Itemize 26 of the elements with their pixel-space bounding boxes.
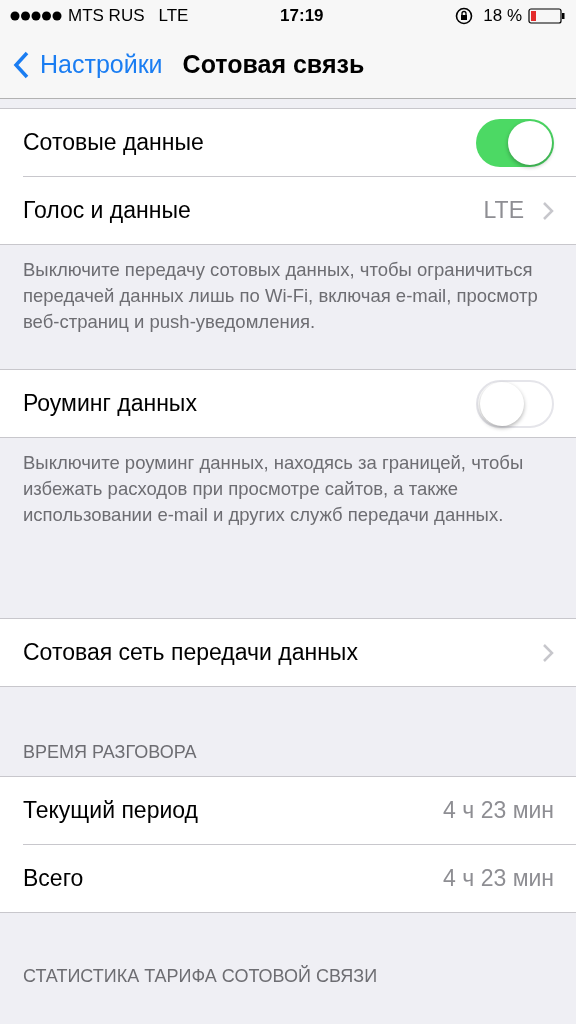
- row-value: 4 ч 23 мин: [443, 796, 554, 826]
- toggle-switch[interactable]: [476, 118, 554, 167]
- back-button[interactable]: Настройки: [12, 46, 163, 84]
- rotation-lock-icon: [455, 7, 474, 25]
- section-header: ВРЕМЯ РАЗГОВОРА: [23, 742, 197, 762]
- screen-title: Сотовая связь: [182, 49, 365, 81]
- toggle-switch[interactable]: [476, 379, 554, 428]
- signal-strength-icon: [10, 11, 62, 21]
- row-label: Текущий период: [23, 796, 198, 826]
- chevron-icon: [542, 642, 554, 663]
- row-value: 4 ч 23 мин: [443, 864, 554, 894]
- row-label: Сотовые данные: [23, 128, 204, 158]
- row-label: Сотовая сеть передачи данных: [23, 638, 358, 668]
- row-label: Голос и данные: [23, 196, 191, 226]
- battery-icon: [528, 8, 566, 24]
- row-label: Всего: [23, 864, 84, 894]
- section-footer: Выключите передачу сотовых данных, чтобы ограничиться передачей данных лишь по Wi-Fi, включая e-mail, просмотр веб-страниц и push-уведомления.: [23, 257, 546, 335]
- network-type: LTE: [158, 5, 189, 28]
- row-label: Роуминг данных: [23, 389, 197, 419]
- section-header: СТАТИСТИКА ТАРИФА СОТОВОЙ СВЯЗИ: [23, 966, 378, 986]
- battery-percent: 18 %: [483, 5, 522, 28]
- row-value: LTE: [483, 196, 524, 226]
- clock-time: 17:19: [280, 5, 324, 28]
- chevron-icon: [542, 200, 554, 221]
- carrier-name: MTS RUS: [68, 5, 145, 28]
- section-footer: Выключите роуминг данных, находясь за границей, чтобы избежать расходов при просмотре сайтов, а также использовании e-mail и других служб передачи данных.: [23, 450, 546, 528]
